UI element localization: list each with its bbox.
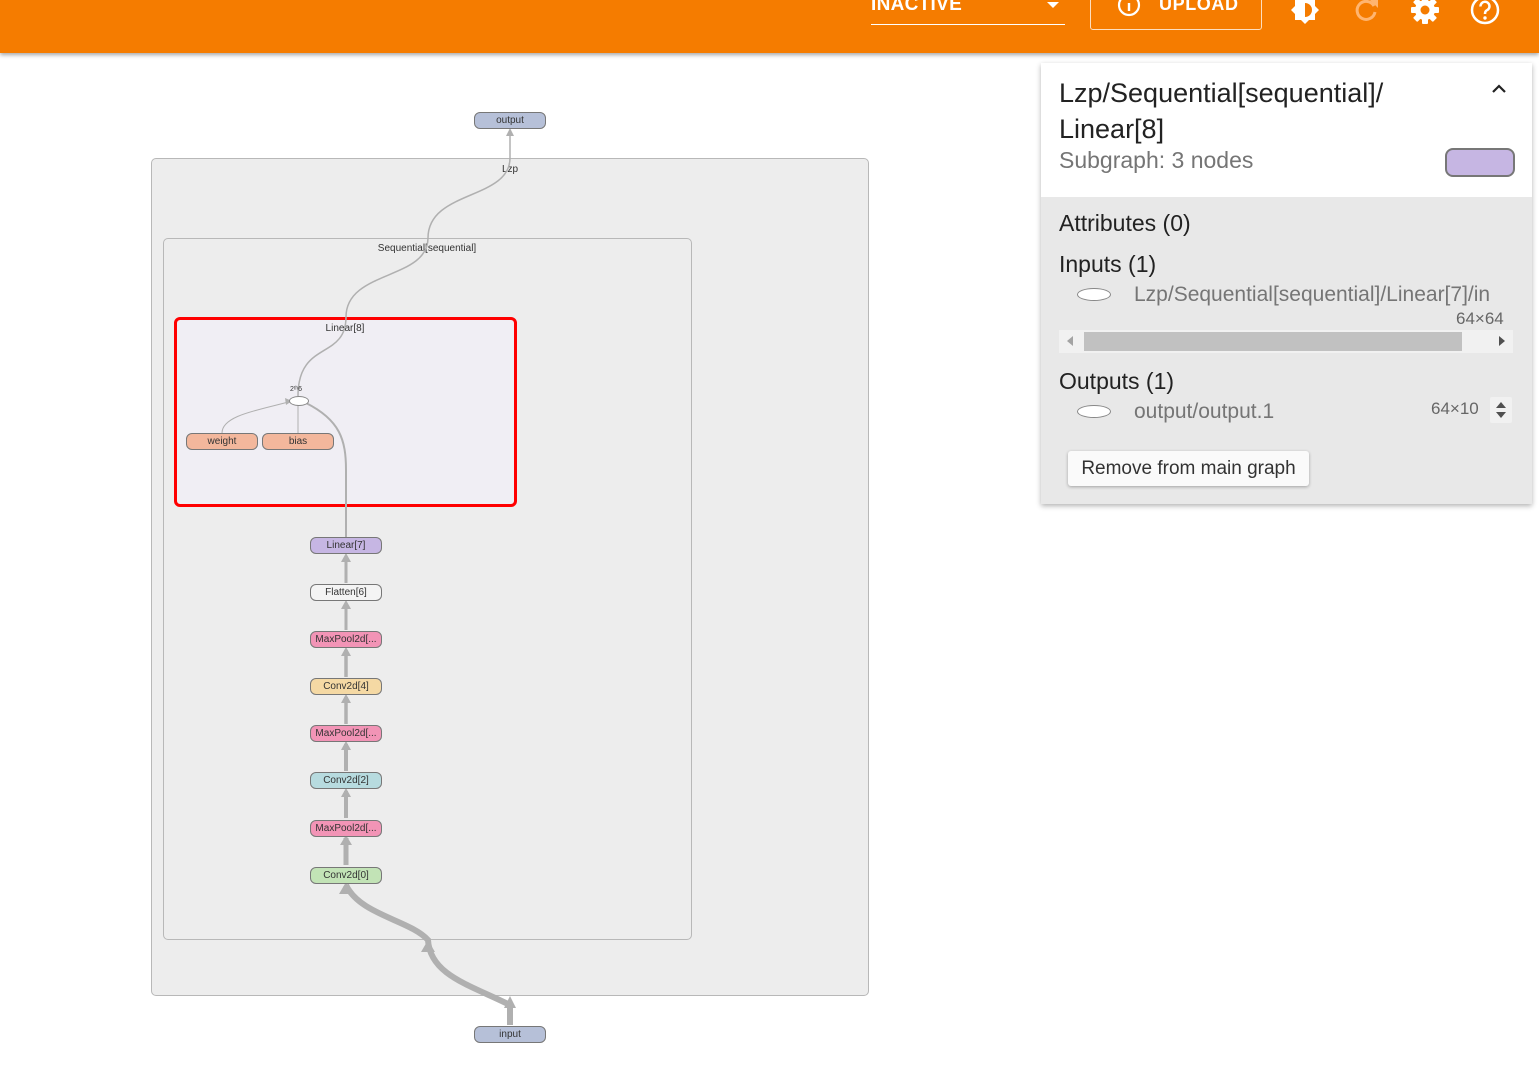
settings-icon[interactable] <box>1409 0 1441 26</box>
input-ellipse-icon <box>1077 288 1111 301</box>
op-node-label: 2ᵗʰ6 <box>290 386 303 393</box>
info-card-title: Lzp/Sequential[sequential]/ Linear[8] <box>1059 78 1384 144</box>
node-input[interactable]: input <box>474 1026 546 1043</box>
node-color-swatch <box>1445 148 1515 177</box>
info-card-subtitle: Subgraph: 3 nodes <box>1059 147 1254 173</box>
node-bias[interactable]: bias <box>262 433 334 450</box>
output-ellipse-icon <box>1077 405 1111 418</box>
node-linear7[interactable]: Linear[7] <box>310 537 382 554</box>
outputs-title: Outputs (1) <box>1059 368 1175 394</box>
node-maxpool1[interactable]: MaxPool2d[... <box>310 820 382 837</box>
attributes-title: Attributes (0) <box>1059 210 1191 236</box>
help-icon[interactable] <box>1469 0 1501 26</box>
op-node[interactable] <box>289 396 309 406</box>
output-name[interactable]: output/output.1 <box>1134 400 1274 424</box>
upload-label: UPLOAD <box>1159 0 1239 14</box>
node-output[interactable]: output <box>474 112 546 129</box>
node-conv4[interactable]: Conv2d[4] <box>310 678 382 695</box>
node-conv2[interactable]: Conv2d[2] <box>310 772 382 789</box>
output-shape: 64×10 <box>1431 399 1479 418</box>
scroll-right-icon[interactable] <box>1499 336 1505 346</box>
input-name[interactable]: Lzp/Sequential[sequential]/Linear[7]/in <box>1134 283 1514 307</box>
node-conv0[interactable]: Conv2d[0] <box>310 867 382 884</box>
node-flatten6[interactable]: Flatten[6] <box>310 584 382 601</box>
refresh-icon[interactable] <box>1350 0 1382 26</box>
remove-from-main-graph-button[interactable]: Remove from main graph <box>1068 451 1309 486</box>
node-info-card: Lzp/Sequential[sequential]/ Linear[8] Su… <box>1041 63 1532 504</box>
spinner-down-icon[interactable] <box>1496 412 1506 418</box>
brightness-icon[interactable] <box>1289 0 1321 26</box>
node-maxpool3[interactable]: MaxPool2d[... <box>310 725 382 742</box>
spinner-up-icon[interactable] <box>1496 402 1506 408</box>
scroll-left-icon[interactable] <box>1067 336 1073 346</box>
info-card-header: Lzp/Sequential[sequential]/ Linear[8] Su… <box>1041 63 1532 197</box>
upload-button[interactable]: UPLOAD <box>1090 0 1262 30</box>
inputs-title: Inputs (1) <box>1059 251 1157 277</box>
node-maxpool5[interactable]: MaxPool2d[... <box>310 631 382 648</box>
input-shape: 64×64 <box>1456 309 1504 328</box>
graph-canvas[interactable]: Lzp Sequential[sequential] Linear[8] 2ᵗʰ… <box>0 0 1040 1043</box>
outputs-scroll-spinner[interactable] <box>1490 397 1512 423</box>
chevron-down-icon <box>1047 2 1059 8</box>
graph-edges <box>221 128 516 1025</box>
scroll-thumb[interactable] <box>1084 332 1462 351</box>
upload-info-icon <box>1117 0 1141 17</box>
chevron-up-icon[interactable] <box>1489 81 1509 97</box>
inputs-horizontal-scrollbar[interactable] <box>1059 330 1513 353</box>
node-weight[interactable]: weight <box>186 433 258 450</box>
